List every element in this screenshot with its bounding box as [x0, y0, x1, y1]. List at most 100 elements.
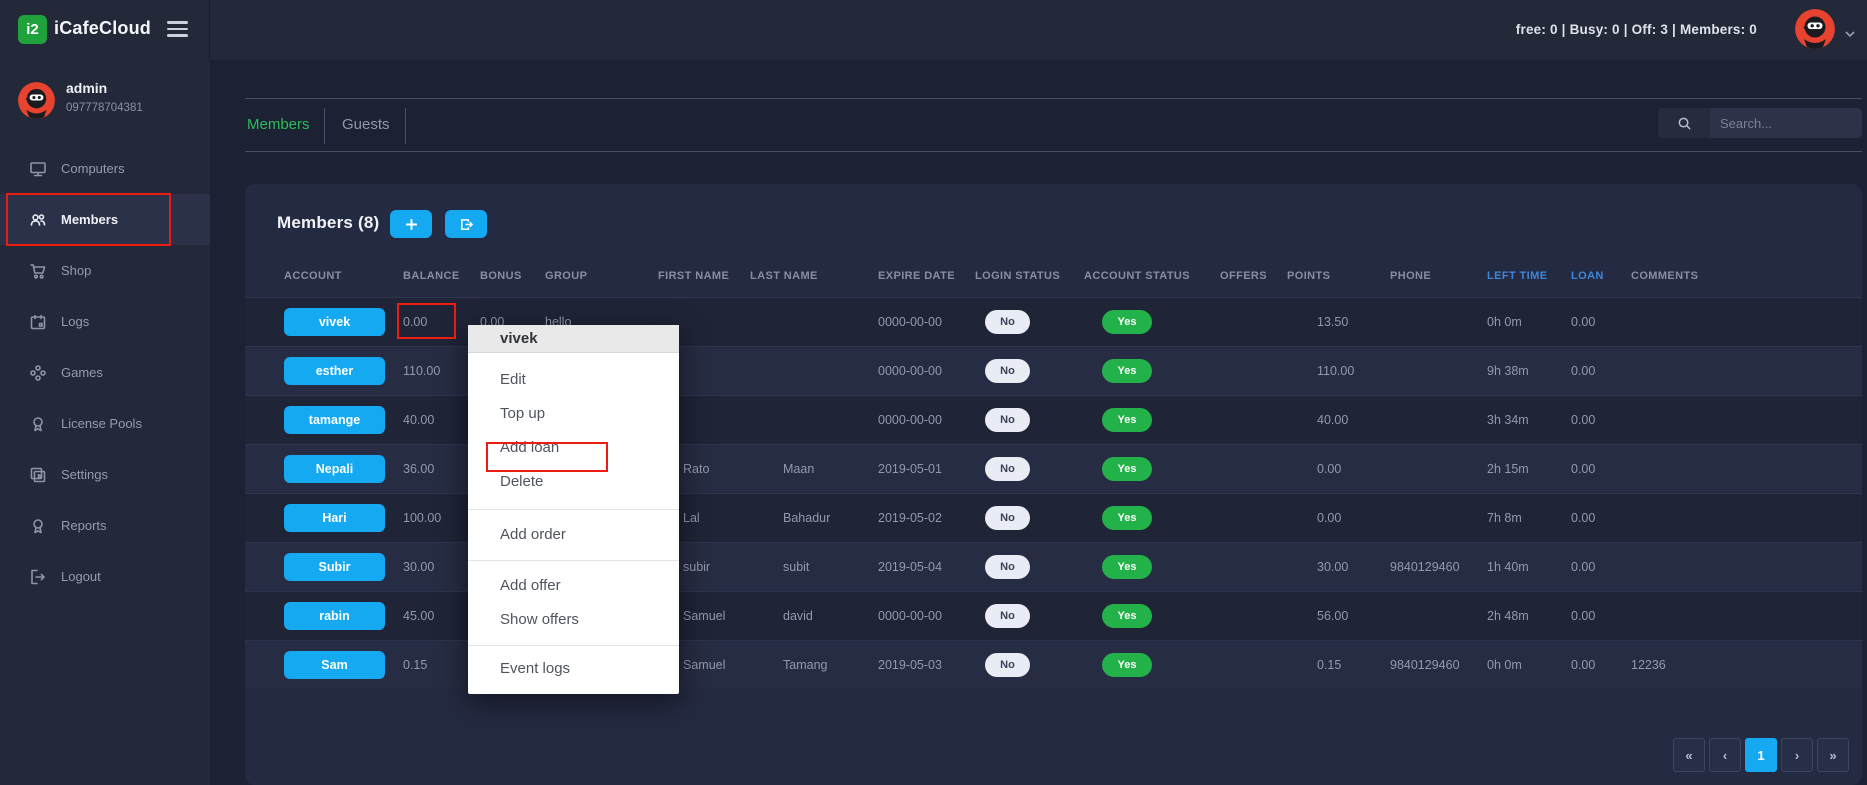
account-pill[interactable]: Sam: [284, 650, 385, 679]
last-cell: Tamang: [783, 657, 828, 672]
last-cell: [750, 395, 878, 444]
account-pill[interactable]: tamange: [284, 405, 385, 434]
sidebar-item-shop[interactable]: Shop: [0, 245, 210, 296]
login-status-badge: No: [985, 456, 1030, 481]
account-pill[interactable]: esther: [284, 356, 385, 385]
sidebar-item-label: License Pools: [61, 416, 142, 431]
account-status-badge: Yes: [1102, 505, 1152, 530]
tab-members[interactable]: Members: [247, 114, 310, 136]
column-header-phone: PHONE: [1390, 269, 1432, 282]
games-icon: [29, 364, 47, 382]
search-input[interactable]: [1710, 108, 1862, 138]
next-page-button[interactable]: ›: [1781, 738, 1813, 772]
tab-guests[interactable]: Guests: [342, 114, 390, 136]
topbar: i2 iCafeCloud free: 0 | Busy: 0 | Off: 3…: [0, 0, 1867, 60]
column-header-first-name: FIRST NAME: [658, 269, 730, 282]
last-cell: david: [783, 608, 813, 623]
login-status-badge: No: [985, 603, 1030, 628]
login-cell: No: [975, 591, 1084, 640]
table-header-row: ACCOUNT BALANCE BONUS GROUP FIRST NAME LAST N…: [245, 255, 1862, 297]
menu-item-add-order[interactable]: Add order: [468, 518, 679, 552]
status-cell: Yes: [1084, 395, 1220, 444]
profile-phone: 097778704381: [66, 102, 143, 114]
points-cell: 56.00: [1317, 608, 1349, 623]
account-status-badge: Yes: [1102, 603, 1152, 628]
left-cell: 9h 38m: [1487, 363, 1529, 378]
sidebar-item-computers[interactable]: Computers: [0, 143, 210, 194]
sidebar-item-logout[interactable]: Logout: [0, 551, 210, 602]
account-status-badge: Yes: [1102, 456, 1152, 481]
search-icon[interactable]: [1658, 108, 1710, 138]
chevron-down-icon[interactable]: [1845, 26, 1855, 38]
award-icon: [29, 415, 47, 433]
column-header-account-status: ACCOUNT STATUS: [1084, 269, 1191, 282]
points-cell: 110.00: [1317, 363, 1355, 378]
menu-item-delete[interactable]: Delete: [468, 465, 679, 499]
context-menu-group: Edit Top up Add loan Delete: [468, 353, 679, 510]
last-cell: Maan: [783, 461, 815, 476]
account-pill[interactable]: Subir: [284, 552, 385, 581]
phone-cell: [1390, 395, 1487, 444]
sidebar-item-members[interactable]: Members: [0, 194, 210, 245]
offers-cell: [1220, 444, 1287, 493]
sidebar-item-license-pools[interactable]: License Pools: [0, 398, 210, 449]
menu-item-show-offers[interactable]: Show offers: [468, 603, 679, 637]
login-cell: No: [975, 640, 1084, 689]
add-member-button[interactable]: [390, 210, 432, 238]
account-pill[interactable]: Nepali: [284, 454, 385, 483]
loan-cell: 0.00: [1571, 510, 1596, 525]
status-cell: Yes: [1084, 591, 1220, 640]
sidebar-item-settings[interactable]: Settings: [0, 449, 210, 500]
menu-item-top-up[interactable]: Top up: [468, 397, 679, 431]
account-pill[interactable]: rabin: [284, 601, 385, 630]
comments-cell: [1631, 591, 1862, 640]
sidebar-item-label: Settings: [61, 467, 108, 482]
account-cell: tamange: [245, 395, 403, 444]
context-menu: vivek Edit Top up Add loan Delete Add order A…: [468, 325, 679, 694]
column-header-group: GROUP: [545, 269, 588, 282]
prev-page-button[interactable]: ‹: [1709, 738, 1741, 772]
left-cell: 2h 48m: [1487, 608, 1529, 623]
last-cell: Bahadur: [783, 510, 831, 525]
page-1-button[interactable]: 1: [1745, 738, 1777, 772]
account-pill[interactable]: vivek: [284, 307, 385, 336]
search-box: [1658, 108, 1862, 138]
profile-avatar: [18, 82, 55, 119]
phone-cell: [1390, 297, 1487, 346]
column-header-bonus: BONUS: [480, 269, 522, 282]
expire-cell: 0000-00-00: [878, 412, 942, 427]
sidebar-item-logs[interactable]: Logs: [0, 296, 210, 347]
calendar-icon: [29, 313, 47, 331]
sidebar-item-games[interactable]: Games: [0, 347, 210, 398]
last-cell: subit: [783, 559, 810, 574]
comments-cell: 12236: [1631, 657, 1666, 672]
context-menu-group: Add offer Show offers: [468, 561, 679, 646]
status-cell: Yes: [1084, 640, 1220, 689]
expire-cell: 0000-00-00: [878, 608, 942, 623]
left-cell: 0h 0m: [1487, 314, 1522, 329]
account-pill[interactable]: Hari: [284, 503, 385, 532]
brand-title: iCafeCloud: [54, 18, 152, 38]
column-header-balance: BALANCE: [403, 269, 460, 282]
expire-cell: 0000-00-00: [878, 363, 942, 378]
menu-item-edit[interactable]: Edit: [468, 363, 679, 397]
first-page-button[interactable]: «: [1673, 738, 1705, 772]
account-status-badge: Yes: [1102, 358, 1152, 383]
account-cell: Hari: [245, 493, 403, 542]
sidebar-item-reports[interactable]: Reports: [0, 500, 210, 551]
export-members-button[interactable]: [445, 210, 487, 238]
menu-item-event-logs[interactable]: Event logs: [468, 652, 679, 686]
expire-cell: 2019-05-01: [878, 461, 942, 476]
offers-cell: [1220, 297, 1287, 346]
account-cell: Nepali: [245, 444, 403, 493]
menu-item-add-loan[interactable]: Add loan: [468, 431, 679, 465]
hamburger-menu-icon[interactable]: [167, 21, 188, 38]
menu-item-add-offer[interactable]: Add offer: [468, 569, 679, 603]
expire-cell: 2019-05-03: [878, 657, 942, 672]
last-page-button[interactable]: »: [1817, 738, 1849, 772]
context-menu-group: Add order: [468, 510, 679, 561]
user-avatar[interactable]: [1795, 9, 1835, 49]
sidebar-item-label: Logout: [61, 569, 101, 584]
left-cell: 2h 15m: [1487, 461, 1529, 476]
loan-cell: 0.00: [1571, 363, 1596, 378]
